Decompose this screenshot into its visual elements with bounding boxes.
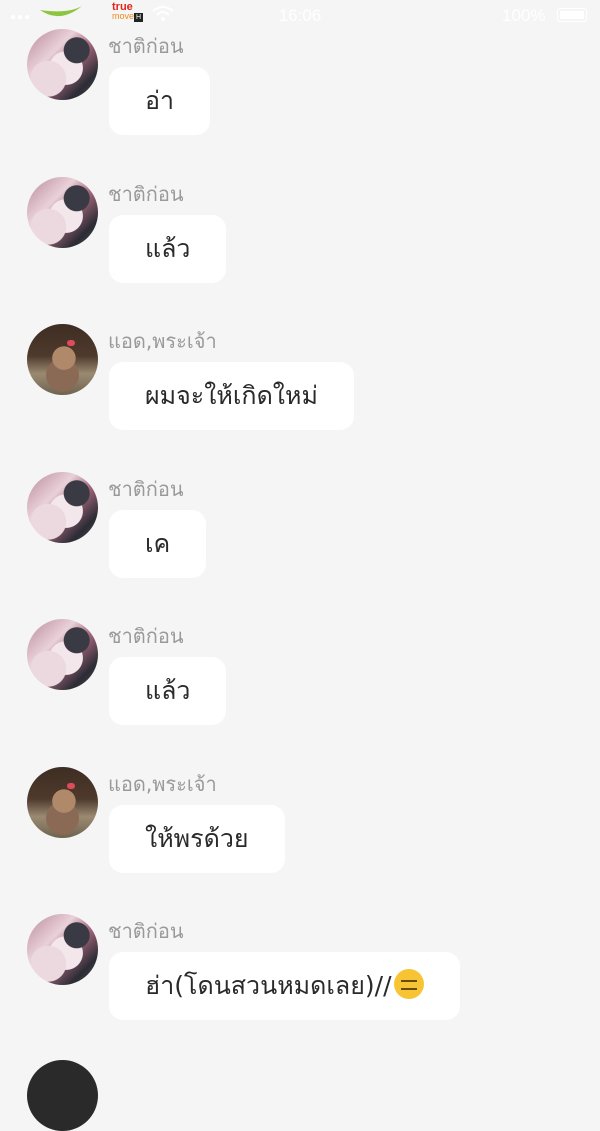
- message-bubble[interactable]: ให้พรด้วย: [109, 805, 285, 873]
- message-text: ฮ่า(โดนสวนหมดเลย)//: [145, 971, 392, 1000]
- cat-avatar[interactable]: [27, 767, 98, 838]
- battery-icon: [557, 8, 587, 22]
- sender-name: แอด,พระเจ้า: [108, 329, 217, 353]
- status-bar: ●●● true move H 16:06 100%: [0, 0, 600, 30]
- sender-name: ชาติก่อน: [108, 477, 184, 501]
- girl-avatar[interactable]: [27, 914, 98, 985]
- girl-avatar[interactable]: [27, 619, 98, 690]
- message-bubble[interactable]: แล้ว: [109, 215, 227, 283]
- message-bubble[interactable]: แล้ว: [109, 657, 227, 725]
- message-bubble[interactable]: ฮ่า(โดนสวนหมดเลย)//: [109, 952, 460, 1020]
- sender-name: ชาติก่อน: [108, 182, 184, 206]
- cat-avatar[interactable]: [27, 324, 98, 395]
- sender-name: ชาติก่อน: [108, 34, 184, 58]
- expressionless-face-icon: [393, 969, 424, 999]
- girl-avatar[interactable]: [27, 472, 98, 543]
- message-row: ชาติก่อน เค: [0, 472, 600, 602]
- message-row: แอด,พระเจ้า ให้พรด้วย: [0, 767, 600, 897]
- message-bubble[interactable]: เค: [109, 510, 207, 578]
- sender-name: ชาติก่อน: [108, 919, 184, 943]
- message-row: ชาติก่อน แล้ว: [0, 177, 600, 307]
- message-row: ชาติก่อน ฮ่า(โดนสวนหมดเลย)//: [0, 914, 600, 1044]
- message-bubble[interactable]: อ่า: [109, 67, 211, 135]
- girl-avatar[interactable]: [27, 177, 98, 248]
- avatar[interactable]: [27, 1060, 98, 1131]
- battery-percent: 100%: [502, 6, 546, 25]
- message-row: ชาติก่อน อ่า: [0, 29, 600, 159]
- message-bubble[interactable]: ผมจะให้เกิดใหม่: [109, 362, 354, 430]
- sender-name: แอด,พระเจ้า: [108, 772, 217, 796]
- sender-name: ชาติก่อน: [108, 624, 184, 648]
- message-row: แอด,พระเจ้า ผมจะให้เกิดใหม่: [0, 324, 600, 454]
- girl-avatar[interactable]: [27, 29, 98, 100]
- message-row: ชาติก่อน แล้ว: [0, 619, 600, 749]
